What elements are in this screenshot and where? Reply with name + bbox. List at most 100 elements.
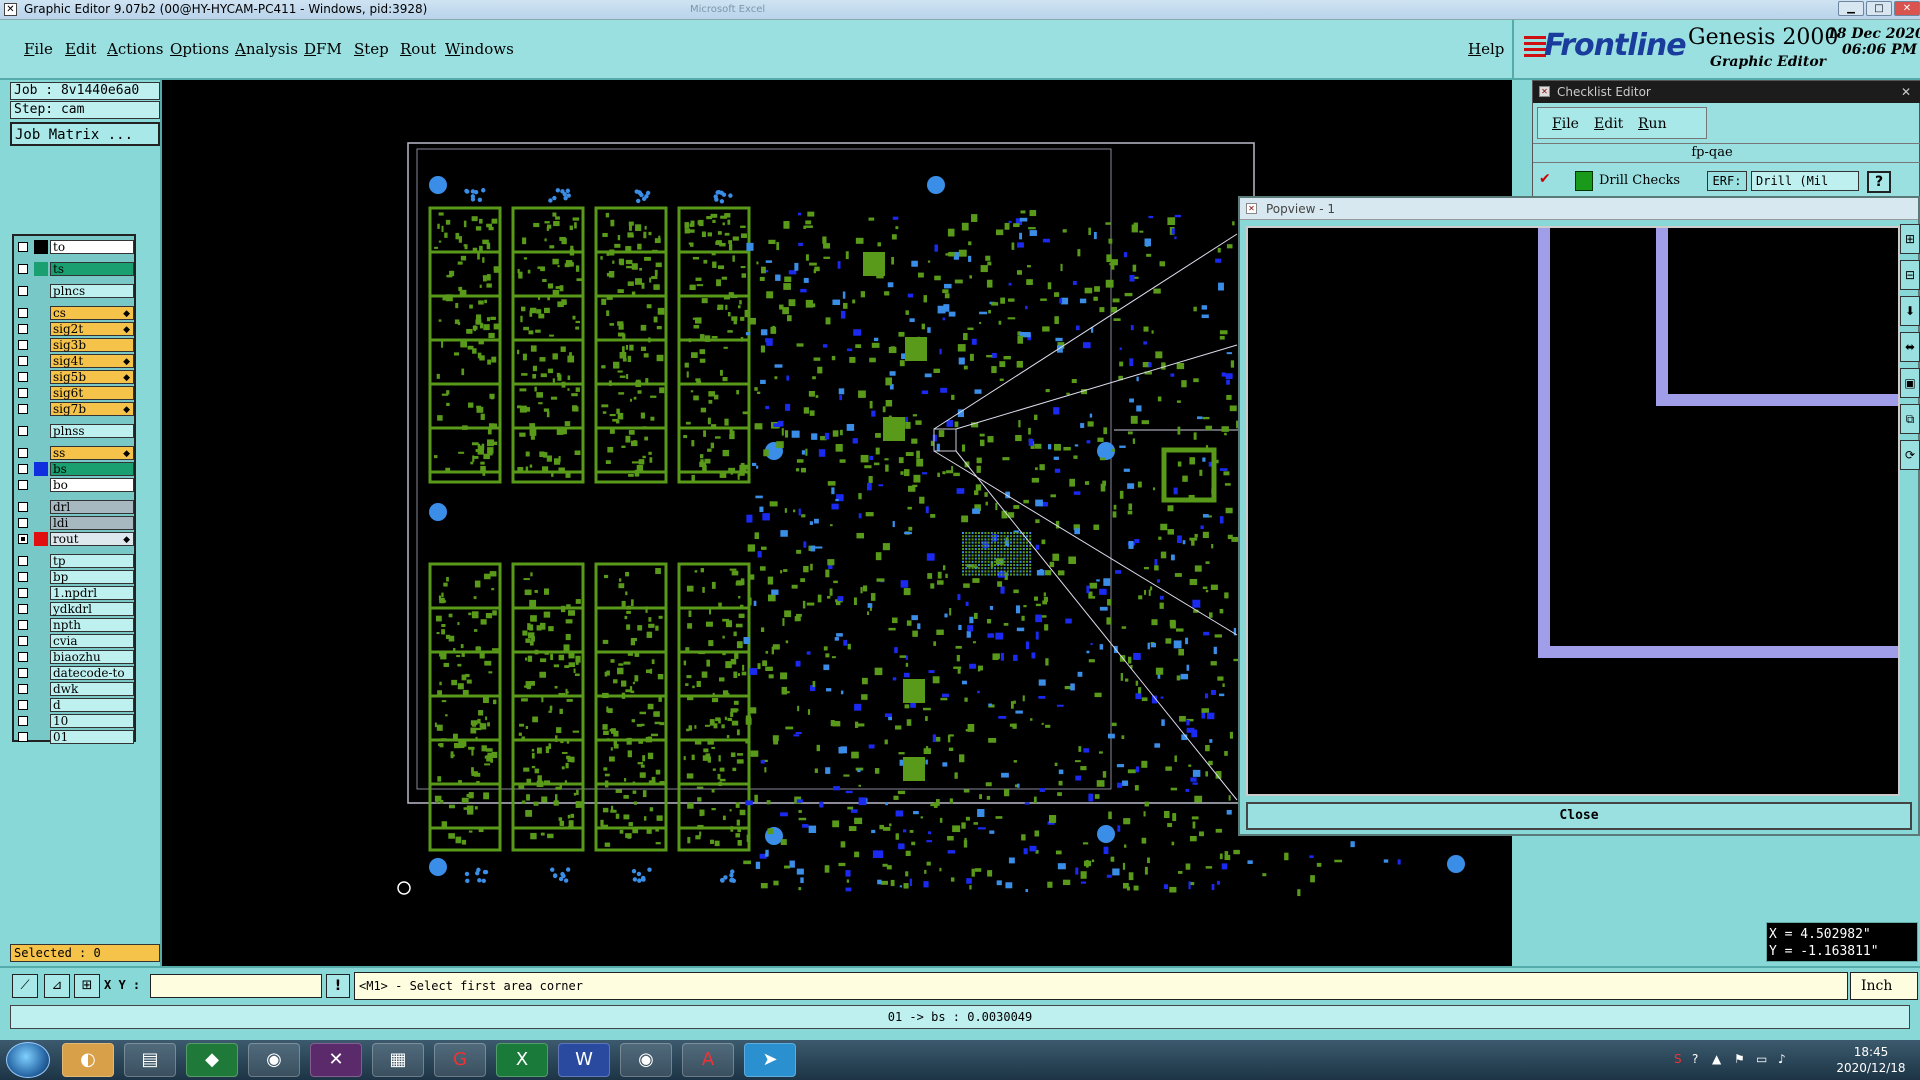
taskbar-app-pdf-icon[interactable]: A bbox=[682, 1043, 734, 1077]
menu-rout[interactable]: Rout bbox=[400, 40, 436, 58]
layer-name[interactable]: d bbox=[50, 698, 134, 712]
menu-dfm[interactable]: DFM bbox=[304, 40, 342, 58]
layer-row[interactable]: bs bbox=[16, 462, 134, 476]
layer-checkbox[interactable] bbox=[18, 404, 28, 414]
menu-step[interactable]: Step bbox=[354, 40, 389, 58]
layer-name[interactable]: 01 bbox=[50, 730, 134, 744]
tray-network-icon[interactable]: ▲ bbox=[1712, 1052, 1721, 1066]
layer-name[interactable]: 10 bbox=[50, 714, 134, 728]
layer-checkbox[interactable] bbox=[18, 518, 28, 528]
layer-row[interactable]: cvia bbox=[16, 634, 134, 648]
tray-volume-icon[interactable]: ♪ bbox=[1778, 1052, 1786, 1066]
layer-name[interactable]: biaozhu bbox=[50, 650, 134, 664]
layer-row[interactable]: cs ◆ bbox=[16, 306, 134, 320]
menu-actions[interactable]: Actions bbox=[107, 40, 163, 58]
layer-row[interactable]: sig4t ◆ bbox=[16, 354, 134, 368]
layer-checkbox[interactable] bbox=[18, 480, 28, 490]
layer-color-swatch[interactable] bbox=[34, 262, 48, 276]
layer-color-swatch[interactable] bbox=[34, 462, 48, 476]
layer-row[interactable]: ts bbox=[16, 262, 134, 276]
layer-row[interactable]: drl bbox=[16, 500, 134, 514]
fit-tool-icon[interactable]: ⬌ bbox=[1900, 332, 1920, 362]
layer-checkbox[interactable] bbox=[18, 700, 28, 710]
close-window-button[interactable]: ✕ bbox=[1894, 1, 1920, 16]
layer-name[interactable]: sig4t ◆ bbox=[50, 354, 134, 368]
layer-color-swatch[interactable] bbox=[34, 240, 48, 254]
checklist-action-row[interactable]: ✔ Drill Checks ERF: Drill (Mil ? bbox=[1537, 169, 1917, 195]
taskbar-app-save-icon[interactable]: ▦ bbox=[372, 1043, 424, 1077]
menu-analysis[interactable]: Analysis bbox=[235, 40, 298, 58]
layer-checkbox[interactable] bbox=[18, 286, 28, 296]
layer-checkbox[interactable] bbox=[18, 242, 28, 252]
layer-checkbox[interactable] bbox=[18, 668, 28, 678]
layer-checkbox[interactable] bbox=[18, 534, 28, 544]
layer-name[interactable]: cs ◆ bbox=[50, 306, 134, 320]
layer-row[interactable]: sig5b ◆ bbox=[16, 370, 134, 384]
layer-name[interactable]: bp bbox=[50, 570, 134, 584]
layer-name[interactable]: sig5b ◆ bbox=[50, 370, 134, 384]
checklist-menu-file[interactable]: File bbox=[1552, 116, 1579, 132]
layer-row[interactable]: bp bbox=[16, 570, 134, 584]
layer-name[interactable]: plncs bbox=[50, 284, 134, 298]
layer-checkbox[interactable] bbox=[18, 684, 28, 694]
layer-name[interactable]: tp bbox=[50, 554, 134, 568]
layer-name[interactable]: rout ◆ bbox=[50, 532, 134, 546]
layer-row[interactable]: 10 bbox=[16, 714, 134, 728]
erf-select[interactable]: Drill (Mil bbox=[1751, 171, 1859, 191]
taskbar-app-paper-plane-icon[interactable]: ➤ bbox=[744, 1043, 796, 1077]
layer-checkbox[interactable] bbox=[18, 572, 28, 582]
checklist-menu-edit[interactable]: Edit bbox=[1594, 116, 1623, 132]
layer-checkbox[interactable] bbox=[18, 652, 28, 662]
layer-row[interactable]: ydkdrl bbox=[16, 602, 134, 616]
units-selector[interactable]: Inch bbox=[1850, 972, 1918, 1000]
tray-help-icon[interactable]: ? bbox=[1692, 1052, 1698, 1066]
layer-checkbox[interactable] bbox=[18, 426, 28, 436]
layer-name[interactable]: npth bbox=[50, 618, 134, 632]
layer-row[interactable]: dwk bbox=[16, 682, 134, 696]
tray-s-icon[interactable]: S bbox=[1674, 1052, 1682, 1066]
layer-checkbox[interactable] bbox=[18, 324, 28, 334]
menu-options[interactable]: Options bbox=[170, 40, 229, 58]
layer-name[interactable]: sig6t bbox=[50, 386, 134, 400]
line-tool-icon[interactable]: ⟋ bbox=[12, 974, 38, 998]
measure-tool-icon[interactable]: ⊿ bbox=[44, 974, 70, 998]
layer-name[interactable]: sig7b ◆ bbox=[50, 402, 134, 416]
layer-row[interactable]: d bbox=[16, 698, 134, 712]
layer-row[interactable]: rout ◆ bbox=[16, 532, 134, 546]
layer-checkbox[interactable] bbox=[18, 604, 28, 614]
layer-name[interactable]: to bbox=[50, 240, 134, 254]
layer-row[interactable]: npth bbox=[16, 618, 134, 632]
alert-icon[interactable]: ! bbox=[326, 974, 350, 998]
taskbar-clock[interactable]: 18:45 2020/12/18 bbox=[1826, 1044, 1916, 1076]
layer-row[interactable]: biaozhu bbox=[16, 650, 134, 664]
xy-input[interactable] bbox=[150, 974, 322, 998]
taskbar-app-eye-icon[interactable]: ◉ bbox=[248, 1043, 300, 1077]
pan-tool-icon[interactable]: ⬇ bbox=[1900, 296, 1920, 326]
minimize-button[interactable]: ▁ bbox=[1838, 1, 1864, 16]
layer-row[interactable]: ss ◆ bbox=[16, 446, 134, 460]
layer-color-swatch[interactable] bbox=[34, 532, 48, 546]
layer-row[interactable]: sig2t ◆ bbox=[16, 322, 134, 336]
tray-display-icon[interactable]: ▭ bbox=[1756, 1052, 1767, 1066]
layer-name[interactable]: datecode-to bbox=[50, 666, 134, 680]
layer-name[interactable]: cvia bbox=[50, 634, 134, 648]
layer-checkbox[interactable] bbox=[18, 636, 28, 646]
layer-checkbox[interactable] bbox=[18, 502, 28, 512]
zoom-in-tool-icon[interactable]: ⊞ bbox=[1900, 224, 1920, 254]
taskbar-app-shell-icon[interactable]: ◐ bbox=[62, 1043, 114, 1077]
menu-edit[interactable]: Edit bbox=[65, 40, 96, 58]
home-tool-icon[interactable]: ▣ bbox=[1900, 368, 1920, 398]
layer-name[interactable]: plnss bbox=[50, 424, 134, 438]
layer-row[interactable]: bo bbox=[16, 478, 134, 492]
popview-canvas[interactable] bbox=[1246, 226, 1900, 796]
layer-row[interactable]: datecode-to bbox=[16, 666, 134, 680]
redraw-tool-icon[interactable]: ⟳ bbox=[1900, 440, 1920, 470]
menu-file[interactable]: File bbox=[24, 40, 53, 58]
grid-tool-icon[interactable]: ⊞ bbox=[74, 974, 100, 998]
taskbar-app-x-icon[interactable]: ✕ bbox=[310, 1043, 362, 1077]
layer-checkbox[interactable] bbox=[18, 464, 28, 474]
layer-checkbox[interactable] bbox=[18, 340, 28, 350]
layer-checkbox[interactable] bbox=[18, 716, 28, 726]
menu-help[interactable]: Help bbox=[1468, 40, 1504, 58]
layer-row[interactable]: tp bbox=[16, 554, 134, 568]
